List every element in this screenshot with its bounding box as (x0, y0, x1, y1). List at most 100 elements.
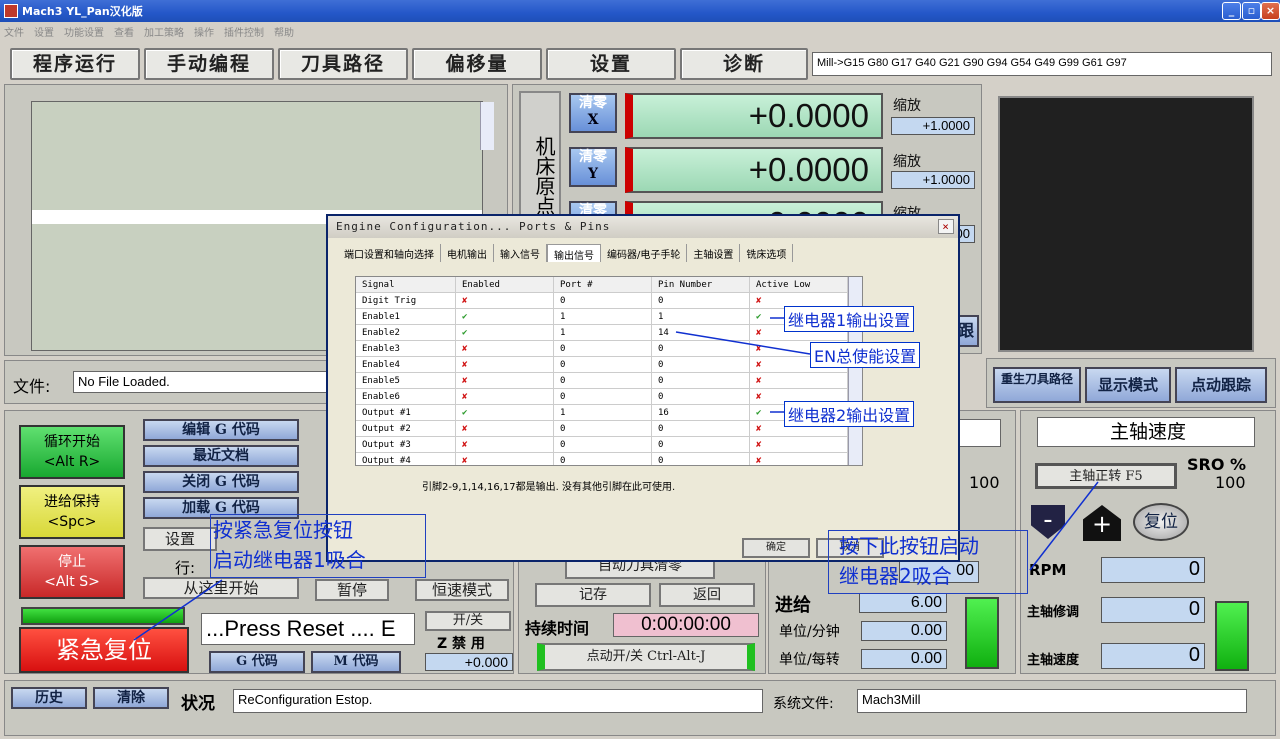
jog-toggle-button[interactable]: 点动开/关 Ctrl-Alt-J (537, 643, 755, 671)
tab-program-run[interactable]: 程序运行 (10, 48, 140, 80)
cross-icon[interactable]: ✘ (456, 389, 554, 404)
run-from-here-button[interactable]: 从这里开始 (143, 577, 299, 599)
tab-spindle-setup[interactable]: 主轴设置 (687, 244, 741, 262)
menu-function-config[interactable]: 功能设置 (64, 24, 104, 39)
history-button[interactable]: 历史 (11, 687, 87, 709)
recent-files-button[interactable]: 最近文档 (143, 445, 299, 467)
pause-button[interactable]: 暂停 (315, 579, 389, 601)
sro-value: 100 (1215, 473, 1246, 492)
z-inhibit-value[interactable]: +0.000 (425, 653, 513, 671)
edit-gcode-button[interactable]: 编辑 G 代码 (143, 419, 299, 441)
pin-number: 0 (652, 453, 750, 465)
ok-button[interactable]: 确定 (742, 538, 810, 558)
grid-row[interactable]: Enable5 ✘ 0 0 ✘ (356, 373, 862, 389)
cross-icon[interactable]: ✘ (456, 293, 554, 308)
close-button[interactable]: × (1261, 2, 1280, 20)
cross-icon[interactable]: ✘ (750, 373, 848, 388)
cross-icon[interactable]: ✘ (456, 373, 554, 388)
x-scale-value[interactable]: +1.0000 (891, 117, 975, 135)
check-icon[interactable]: ✔ (456, 325, 554, 340)
minimize-button[interactable]: _ (1222, 2, 1241, 20)
gcode-scrollbar[interactable] (480, 102, 494, 150)
tab-port-setup[interactable]: 端口设置和轴向选择 (338, 244, 441, 262)
check-icon[interactable]: ✔ (456, 405, 554, 420)
cross-icon[interactable]: ✘ (456, 421, 554, 436)
spindle-reset-button[interactable]: 复位 (1133, 503, 1189, 541)
tab-motor-outputs[interactable]: 电机输出 (441, 244, 494, 262)
z-inhibit-toggle[interactable]: 开/关 (425, 611, 511, 631)
tab-output-signals[interactable]: 输出信号 (547, 244, 601, 262)
grid-row[interactable]: Enable4 ✘ 0 0 ✘ (356, 357, 862, 373)
maximize-button[interactable]: ▫ (1242, 2, 1261, 20)
tab-mdi[interactable]: 手动编程 (144, 48, 274, 80)
spindle-decrease-button[interactable]: - (1031, 505, 1065, 539)
emergency-reset-button[interactable]: 紧急复位 (19, 627, 189, 673)
return-button[interactable]: 返回 (659, 583, 755, 607)
menu-help[interactable]: 帮助 (274, 24, 294, 39)
zero-x-button[interactable]: 清零 X (569, 93, 617, 133)
machine-coords-button[interactable]: 机床原点 (519, 91, 561, 231)
stop-button[interactable]: 停止 <Alt S> (19, 545, 125, 599)
y-scale-value[interactable]: +1.0000 (891, 171, 975, 189)
grid-row[interactable]: Output #3 ✘ 0 0 ✘ (356, 437, 862, 453)
title-bar: Mach3 YL_Pan汉化版 _ ▫ × (0, 0, 1280, 22)
tab-encoder-mpg[interactable]: 编码器/电子手轮 (601, 244, 688, 262)
spindle-speed-value: 0 (1101, 643, 1205, 669)
feed-override-slider[interactable] (965, 597, 999, 669)
units-per-rev-label: 单位/每转 (779, 652, 840, 668)
grid-row[interactable]: Enable3 ✘ 0 0 ✘ (356, 341, 862, 357)
clear-button[interactable]: 清除 (93, 687, 169, 709)
menu-operator[interactable]: 操作 (194, 24, 214, 39)
spindle-increase-button[interactable]: + (1083, 505, 1121, 541)
tab-input-signals[interactable]: 输入信号 (494, 244, 547, 262)
remember-button[interactable]: 记存 (535, 583, 651, 607)
col-active-low: Active Low (750, 277, 848, 292)
output-signals-grid[interactable]: Signal Enabled Port # Pin Number Active … (355, 276, 863, 466)
menu-view[interactable]: 查看 (114, 24, 134, 39)
cross-icon[interactable]: ✘ (456, 357, 554, 372)
feed-hold-button[interactable]: 进给保持 <Spc> (19, 485, 125, 539)
cross-icon[interactable]: ✘ (456, 437, 554, 452)
cross-icon[interactable]: ✘ (750, 453, 848, 465)
spindle-override-slider[interactable] (1215, 601, 1249, 671)
pin-number: 0 (652, 421, 750, 436)
menu-wizard[interactable]: 加工策略 (144, 24, 184, 39)
mcodes-button[interactable]: M 代码 (311, 651, 401, 673)
spindle-panel: 主轴速度 主轴正转 F5 SRO % 100 - + 复位 RPM 0 主轴修调… (1020, 410, 1276, 674)
tab-offsets[interactable]: 偏移量 (412, 48, 542, 80)
file-name-field: No File Loaded. (73, 371, 333, 393)
gcodes-button[interactable]: G 代码 (209, 651, 305, 673)
y-axis-dro[interactable]: +0.0000 (625, 147, 883, 193)
dialog-title-bar: Engine Configuration... Ports & Pins × (328, 216, 958, 238)
rpm-label: RPM (1029, 561, 1067, 579)
zero-y-button[interactable]: 清零 Y (569, 147, 617, 187)
tab-mill-options[interactable]: 铣床选项 (740, 244, 794, 262)
set-next-line-button[interactable]: 设置 (143, 527, 217, 551)
spindle-override-label: 主轴修调 (1027, 605, 1080, 620)
spindle-cw-button[interactable]: 主轴正转 F5 (1035, 463, 1177, 489)
tab-diagnostics[interactable]: 诊断 (680, 48, 808, 80)
regen-toolpath-button[interactable]: 重生刀具路径 (993, 367, 1081, 403)
status-label: 状况 (181, 694, 215, 714)
toolpath-display[interactable] (998, 96, 1254, 352)
cross-icon[interactable]: ✘ (456, 453, 554, 465)
cycle-start-button[interactable]: 循环开始 <Alt R> (19, 425, 125, 479)
x-axis-dro[interactable]: +0.0000 (625, 93, 883, 139)
display-mode-button[interactable]: 显示模式 (1085, 367, 1171, 403)
menu-file[interactable]: 文件 (4, 24, 24, 39)
dialog-close-icon[interactable]: × (938, 219, 954, 234)
tab-settings[interactable]: 设置 (546, 48, 676, 80)
menu-settings[interactable]: 设置 (34, 24, 54, 39)
constant-velocity-button[interactable]: 恒速模式 (415, 579, 509, 601)
grid-row[interactable]: Output #4 ✘ 0 0 ✘ (356, 453, 862, 465)
cross-icon[interactable]: ✘ (750, 437, 848, 452)
cross-icon[interactable]: ✘ (456, 341, 554, 356)
tab-toolpath[interactable]: 刀具路径 (278, 48, 408, 80)
close-gcode-button[interactable]: 关闭 G 代码 (143, 471, 299, 493)
rpm-value: 0 (1101, 557, 1205, 583)
jog-follow-button[interactable]: 点动跟踪 (1175, 367, 1267, 403)
menu-plugin[interactable]: 插件控制 (224, 24, 264, 39)
check-icon[interactable]: ✔ (456, 309, 554, 324)
port-number: 1 (554, 309, 652, 324)
signal-name: Output #2 (356, 421, 456, 436)
